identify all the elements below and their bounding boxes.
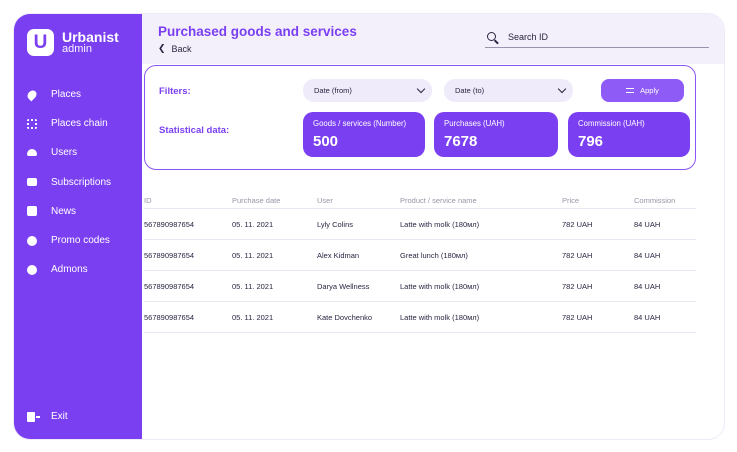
cell-price: 782 UAH	[562, 281, 593, 291]
logo-mark: U	[27, 29, 54, 56]
news-icon	[27, 206, 37, 217]
cell-product: Latte with molk (180мл)	[400, 281, 480, 291]
back-button[interactable]: ❮ Back	[158, 43, 192, 54]
sidebar-item-users[interactable]: Users	[14, 138, 142, 167]
apply-button[interactable]: Apply	[601, 79, 684, 102]
filters-label: Filters:	[159, 86, 191, 97]
sidebar-item-label: Places chain	[51, 118, 108, 130]
table-row[interactable]: 567890987654 05. 11. 2021 Darya Wellness…	[144, 271, 696, 302]
cell-user: Lyly Colins	[317, 219, 353, 229]
cell-id: 567890987654	[144, 250, 195, 260]
purchases-table: ID Purchase date User Product / service …	[144, 192, 696, 333]
badge-icon	[27, 235, 37, 246]
sidebar-item-places[interactable]: Places	[14, 80, 142, 109]
column-header-purchase-date[interactable]: Purchase date	[232, 196, 317, 205]
stat-card-goods: Goods / services (Number) 500	[303, 112, 425, 157]
filter-panel: Filters: Date (from) Date (to) Apply Sta…	[144, 65, 696, 170]
stat-value: 7678	[444, 133, 478, 150]
cell-commission: 84 UAH	[634, 281, 661, 291]
table-row[interactable]: 567890987654 05. 11. 2021 Lyly Colins La…	[144, 209, 696, 240]
cell-date: 05. 11. 2021	[232, 281, 274, 291]
cell-price: 782 UAH	[562, 250, 593, 260]
column-header-commission[interactable]: Commission	[634, 196, 696, 205]
sidebar-item-subscriptions[interactable]: Subscriptions	[14, 168, 142, 197]
column-header-user[interactable]: User	[317, 196, 400, 205]
sidebar-item-promo-codes[interactable]: Promo codes	[14, 226, 142, 255]
column-header-price[interactable]: Price	[562, 196, 634, 205]
cell-id: 567890987654	[144, 219, 195, 229]
sidebar-item-admons[interactable]: Admons	[14, 255, 142, 284]
table-header: ID Purchase date User Product / service …	[144, 192, 696, 209]
cell-date: 05. 11. 2021	[232, 219, 274, 229]
apply-label: Apply	[640, 86, 659, 95]
cell-price: 782 UAH	[562, 312, 593, 322]
filter-icon	[626, 88, 635, 93]
statistical-data-label: Statistical data:	[159, 125, 230, 136]
logo-text: Urbanist admin	[62, 28, 119, 55]
date-from-select[interactable]: Date (from)	[303, 79, 432, 102]
cell-product: Latte with molk (180мл)	[400, 219, 480, 229]
cell-date: 05. 11. 2021	[232, 312, 274, 322]
sidebar-item-places-chain[interactable]: Places chain	[14, 109, 142, 138]
cell-id: 567890987654	[144, 281, 195, 291]
cell-user: Darya Wellness	[317, 281, 370, 291]
stat-title: Purchases (UAH)	[444, 119, 505, 128]
cell-product: Great lunch (180мл)	[400, 250, 468, 260]
cell-user: Alex Kidman	[317, 250, 360, 260]
chevron-down-icon	[557, 84, 567, 94]
chain-icon	[27, 118, 37, 129]
stat-value: 500	[313, 133, 339, 150]
column-header-product[interactable]: Product / service name	[400, 196, 562, 205]
date-to-label: Date (to)	[455, 86, 485, 95]
cell-commission: 84 UAH	[634, 312, 661, 322]
table-row[interactable]: 567890987654 05. 11. 2021 Kate Dovchenko…	[144, 302, 696, 333]
cell-commission: 84 UAH	[634, 219, 661, 229]
sidebar-item-label: Places	[51, 89, 82, 101]
search-input[interactable]	[508, 31, 688, 42]
logo[interactable]: U Urbanist admin	[27, 29, 119, 56]
users-icon	[27, 149, 37, 157]
cell-commission: 84 UAH	[634, 250, 661, 260]
search-bar	[485, 26, 709, 48]
date-to-select[interactable]: Date (to)	[444, 79, 573, 102]
sidebar-nav: Places Places chain Users Subscriptions …	[14, 80, 142, 284]
back-label: Back	[171, 43, 192, 54]
logo-subtitle: admin	[62, 42, 92, 55]
page-header: Purchased goods and services ❮ Back	[142, 14, 724, 64]
column-header-id[interactable]: ID	[144, 196, 232, 205]
date-from-label: Date (from)	[314, 86, 352, 95]
stat-title: Goods / services (Number)	[313, 119, 407, 128]
sidebar-item-label: Admons	[51, 264, 88, 276]
sidebar-item-news[interactable]: News	[14, 197, 142, 226]
cell-user: Kate Dovchenko	[317, 312, 373, 322]
stat-value: 796	[578, 133, 604, 150]
cell-date: 05. 11. 2021	[232, 250, 274, 260]
card-icon	[27, 178, 37, 187]
exit-icon	[27, 411, 40, 422]
pin-icon	[25, 88, 39, 101]
chevron-left-icon: ❮	[158, 43, 166, 53]
sidebar: U Urbanist admin Places Places chain Use…	[14, 14, 142, 439]
cell-id: 567890987654	[144, 312, 195, 322]
logo-title: Urbanist	[62, 28, 119, 45]
sidebar-item-label: News	[51, 205, 77, 217]
sidebar-item-label: Promo codes	[51, 235, 110, 247]
sidebar-item-label: Users	[51, 147, 78, 159]
stat-card-commission: Commission (UAH) 796	[568, 112, 690, 157]
page-title: Purchased goods and services	[158, 24, 357, 39]
search-icon[interactable]	[487, 32, 496, 41]
stat-card-purchases: Purchases (UAH) 7678	[434, 112, 558, 157]
sidebar-item-label: Subscriptions	[51, 176, 112, 188]
exit-label: Exit	[51, 411, 68, 422]
stat-title: Commission (UAH)	[578, 119, 645, 128]
exit-button[interactable]: Exit	[27, 411, 68, 422]
coin-icon	[27, 264, 37, 275]
chevron-down-icon	[416, 84, 426, 94]
cell-product: Latte with molk (180мл)	[400, 312, 480, 322]
table-row[interactable]: 567890987654 05. 11. 2021 Alex Kidman Gr…	[144, 240, 696, 271]
cell-price: 782 UAH	[562, 219, 593, 229]
